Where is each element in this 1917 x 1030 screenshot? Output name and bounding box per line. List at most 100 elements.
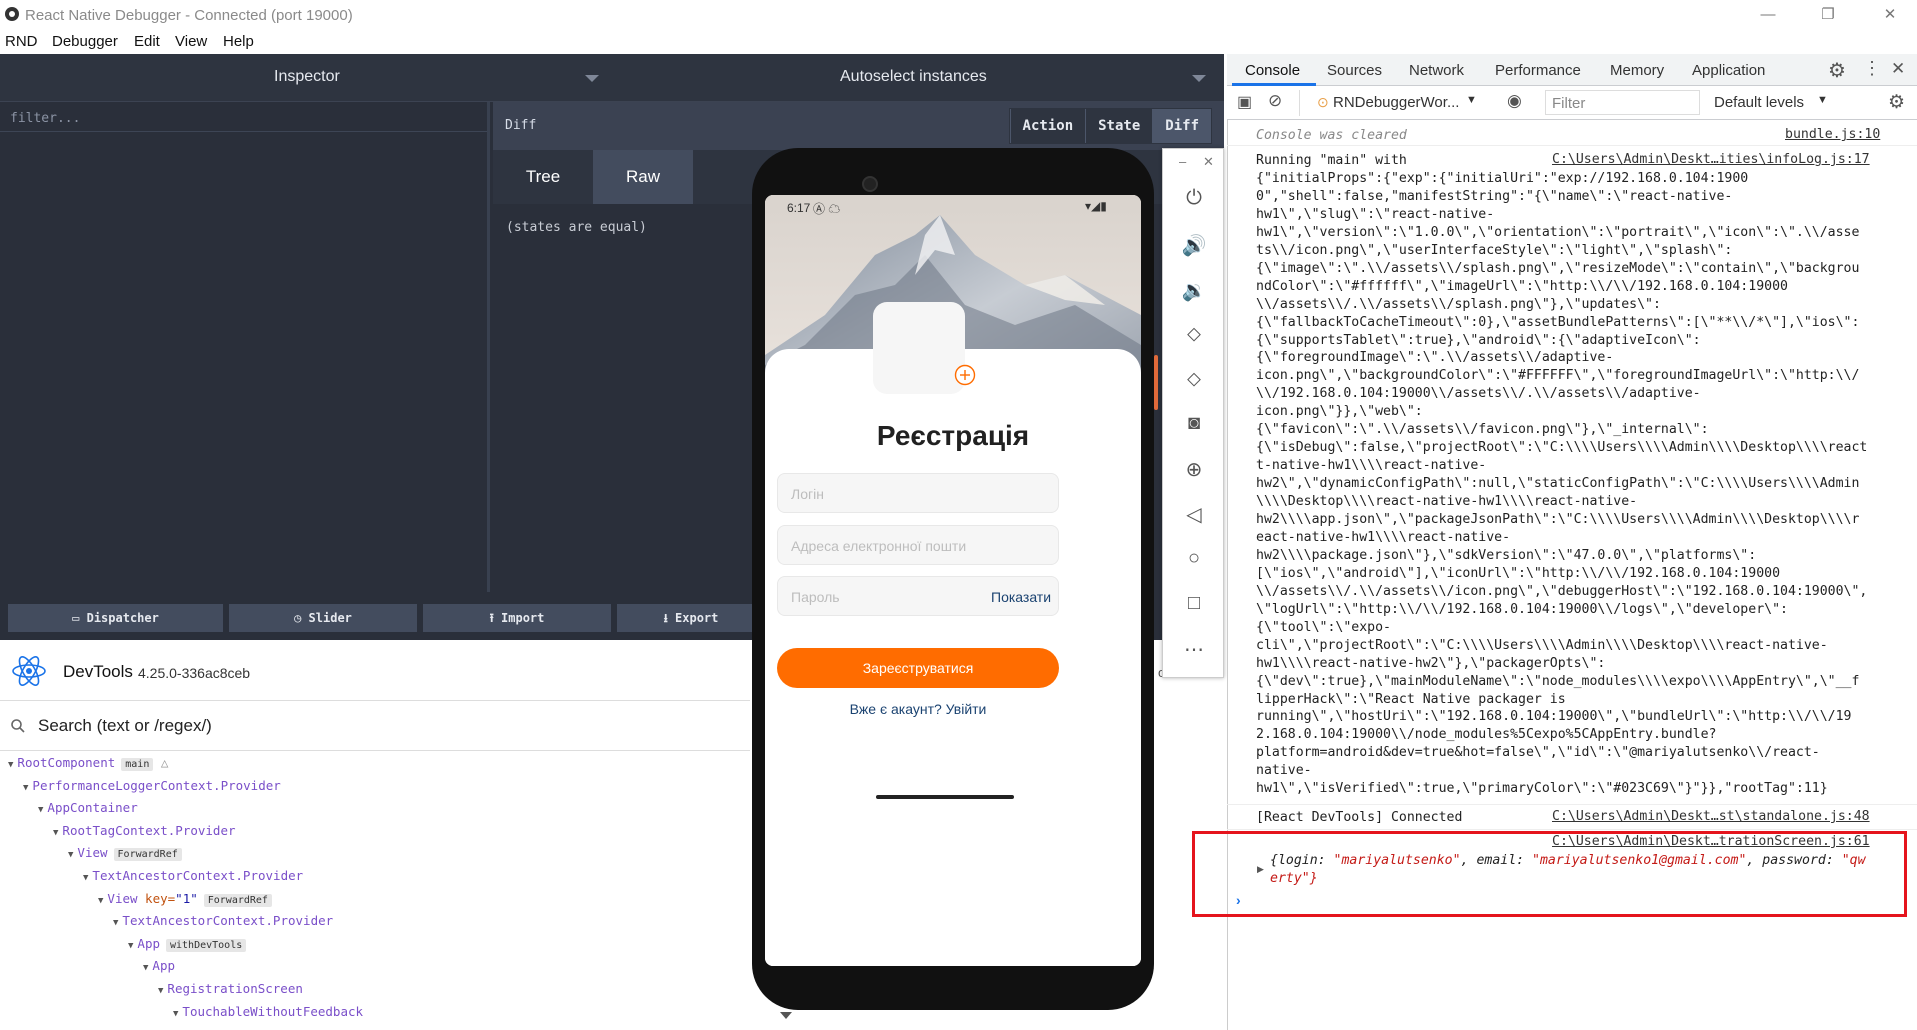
menu-view[interactable]: View — [175, 33, 207, 50]
tab-tree[interactable]: Tree — [493, 150, 593, 204]
diff-button[interactable]: Diff — [1152, 109, 1211, 143]
clear-console-icon[interactable]: ⊘ — [1268, 91, 1282, 111]
menu-rnd[interactable]: RND — [5, 33, 38, 50]
more-vert-icon[interactable]: ⋮ — [1863, 58, 1881, 79]
action-button[interactable]: Action — [1009, 109, 1086, 143]
app-icon — [5, 7, 19, 21]
tree-node[interactable]: ▼ App — [143, 958, 175, 973]
expand-arrow-icon[interactable]: ▼ — [83, 873, 88, 883]
login-input[interactable]: Логін — [777, 473, 1059, 513]
chevron-down-icon[interactable]: ▼ — [1466, 94, 1477, 106]
inspector-select[interactable]: Inspector — [274, 68, 340, 86]
tree-node[interactable]: ▼ AppContainer — [38, 800, 138, 815]
tree-node[interactable]: ▼ RegistrationScreen — [158, 981, 303, 996]
tree-node[interactable]: ▼ View ForwardRef — [68, 845, 182, 862]
back-icon[interactable]: ◁ — [1163, 502, 1225, 527]
home-icon[interactable]: ○ — [1163, 547, 1225, 570]
tab-network[interactable]: Network — [1409, 62, 1464, 79]
expand-arrow-icon[interactable]: ▼ — [143, 963, 148, 973]
rotate-right-icon[interactable]: ⬦ — [1163, 368, 1225, 391]
tree-node[interactable]: ▼ TouchableWithoutFeedback — [173, 1004, 363, 1019]
tree-node[interactable]: ▼ RootComponent main △ — [8, 755, 168, 771]
menu-help[interactable]: Help — [223, 33, 254, 50]
console-filter-input[interactable]: Filter — [1545, 90, 1700, 115]
tree-node[interactable]: ▼ PerformanceLoggerContext.Provider — [23, 778, 281, 793]
expand-arrow-icon[interactable]: ▶ — [1257, 864, 1264, 875]
console-prompt-icon[interactable]: › — [1236, 892, 1241, 908]
rotate-left-icon[interactable]: ⬦ — [1163, 323, 1225, 346]
chevron-down-icon[interactable] — [1192, 75, 1206, 82]
chevron-down-icon[interactable]: ▼ — [1817, 94, 1828, 106]
autoselect-instances-select[interactable]: Autoselect instances — [840, 68, 987, 86]
power-icon[interactable]: ⏻ — [1163, 187, 1225, 210]
hoc-badge: withDevTools — [166, 938, 247, 952]
email-input[interactable]: Адреса електронної пошти — [777, 525, 1059, 565]
tree-node[interactable]: ▼ TextAncestorContext.Provider — [113, 913, 333, 928]
add-photo-icon[interactable] — [954, 364, 976, 386]
expand-arrow-icon[interactable]: ▼ — [113, 918, 118, 928]
console-settings-icon[interactable]: ⚙ — [1888, 91, 1905, 114]
close-button[interactable]: ✕ — [1870, 4, 1910, 26]
tree-node[interactable]: ▼ View key="1" ForwardRef — [98, 891, 272, 907]
menu-edit[interactable]: Edit — [134, 33, 160, 50]
expand-arrow-icon[interactable]: ▼ — [158, 986, 163, 996]
tree-node[interactable]: ▼ RootTagContext.Provider — [53, 823, 236, 838]
close-emulator-icon[interactable]: ✕ — [1203, 154, 1214, 170]
expand-arrow-icon[interactable]: ▼ — [173, 1009, 178, 1019]
sidebar-toggle-icon[interactable]: ▣ — [1237, 92, 1252, 112]
overview-icon[interactable]: □ — [1163, 592, 1225, 615]
screenshot-icon[interactable]: ◙ — [1163, 412, 1225, 435]
expand-arrow-icon[interactable]: ▼ — [23, 783, 28, 793]
zoom-icon[interactable]: ⊕ — [1163, 457, 1225, 482]
infolog-source-link[interactable]: C:\Users\Admin\Deskt…ities\infoLog.js:17 — [1552, 152, 1870, 167]
import-button[interactable]: ⭱ Import — [423, 604, 611, 632]
volume-up-icon[interactable]: 🔊 — [1163, 233, 1225, 258]
context-select[interactable]: RNDebuggerWor... — [1333, 94, 1459, 111]
register-button[interactable]: Зареєструватися — [777, 648, 1059, 688]
more-icon[interactable]: ⋯ — [1163, 637, 1225, 662]
tab-performance[interactable]: Performance — [1495, 62, 1581, 79]
tab-memory[interactable]: Memory — [1610, 62, 1664, 79]
slider-button[interactable]: ◷ Slider — [229, 604, 417, 632]
tab-raw[interactable]: Raw — [593, 150, 693, 204]
chevron-down-icon[interactable] — [585, 75, 599, 82]
logged-object[interactable]: {login: "mariyalutsenko", email: "mariya… — [1270, 852, 1866, 870]
minimize-button[interactable]: — — [1748, 4, 1788, 26]
diff-label: Diff — [505, 118, 537, 133]
minimize-emulator-icon[interactable]: – — [1179, 154, 1186, 169]
restore-button[interactable]: ❐ — [1808, 4, 1848, 26]
email-placeholder: Адреса електронної пошти — [791, 538, 967, 554]
component-search-input[interactable]: Search (text or /regex/) — [38, 716, 212, 736]
log-levels-select[interactable]: Default levels — [1714, 94, 1804, 111]
expand-arrow-icon[interactable]: ▼ — [53, 828, 58, 838]
warning-icon: △ — [153, 755, 169, 770]
standalone-source-link[interactable]: C:\Users\Admin\Deskt…st\standalone.js:48 — [1552, 809, 1870, 824]
registration-source-link[interactable]: C:\Users\Admin\Deskt…trationScreen.js:61 — [1552, 834, 1870, 849]
bundle-source-link[interactable]: bundle.js:10 — [1785, 127, 1880, 142]
tab-sources[interactable]: Sources — [1327, 62, 1382, 79]
login-link[interactable]: Вже є акаунт? Увійти — [765, 701, 1071, 717]
export-button[interactable]: ⭳ Export — [617, 604, 765, 632]
eye-icon[interactable]: ◉ — [1507, 91, 1522, 111]
chevron-down-icon[interactable] — [780, 1012, 792, 1019]
tab-console[interactable]: Console — [1245, 62, 1300, 79]
gear-icon[interactable]: ⚙ — [1828, 58, 1846, 83]
dispatcher-button[interactable]: ▭ Dispatcher — [8, 604, 223, 632]
log-line: hw2\\\\app.json\",\"packageJsonPath\":\"… — [1256, 512, 1860, 527]
tree-node[interactable]: ▼ App withDevTools — [128, 936, 247, 952]
menu-debugger[interactable]: Debugger — [52, 33, 118, 50]
close-icon[interactable]: ✕ — [1891, 59, 1905, 79]
expand-arrow-icon[interactable]: ▼ — [38, 805, 43, 815]
expand-arrow-icon[interactable]: ▼ — [68, 850, 73, 860]
divider — [1227, 804, 1917, 805]
volume-down-icon[interactable]: 🔉 — [1163, 278, 1225, 303]
expand-arrow-icon[interactable]: ▼ — [8, 760, 13, 770]
show-password-button[interactable]: Показати — [991, 589, 1051, 605]
state-button[interactable]: State — [1085, 109, 1153, 143]
tab-application[interactable]: Application — [1692, 62, 1765, 79]
expand-arrow-icon[interactable]: ▼ — [98, 896, 103, 906]
expand-arrow-icon[interactable]: ▼ — [128, 941, 133, 951]
tree-node[interactable]: ▼ TextAncestorContext.Provider — [83, 868, 303, 883]
filter-input[interactable]: filter... — [0, 102, 487, 132]
log-line: {\"tool\":\"expo- — [1256, 619, 1391, 635]
